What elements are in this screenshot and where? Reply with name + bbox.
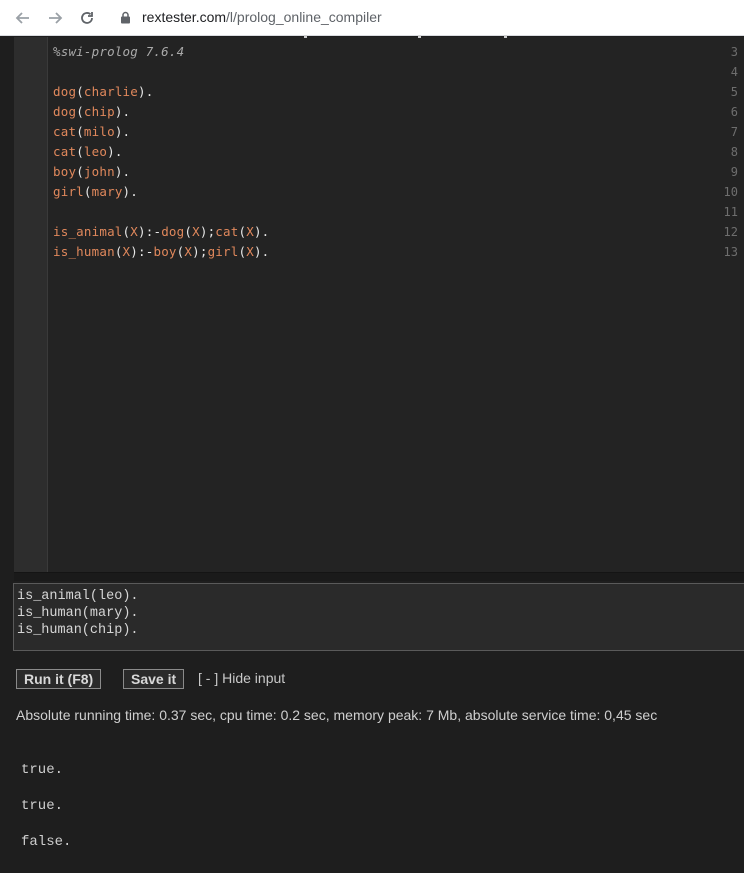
line-number: 11: [723, 205, 738, 219]
url-host: rextester.com: [142, 9, 227, 25]
input-line: is_human(mary).: [17, 606, 139, 621]
code-line: boy(john).: [53, 164, 131, 179]
code-line: is_animal(X):-dog(X);cat(X).: [53, 224, 270, 239]
code-editor[interactable]: 3 %swi-prolog 7.6.4 4 5 dog(charlie). 6 dog(ch…: [14, 35, 744, 572]
reload-icon[interactable]: [76, 7, 98, 29]
line-number: 12: [723, 225, 738, 239]
address-bar[interactable]: rextester.com/l/prolog_online_compiler: [142, 9, 382, 25]
line-number: 7: [730, 125, 738, 139]
code-line: dog(charlie).: [53, 84, 154, 99]
code-line: cat(leo).: [53, 144, 123, 159]
code-line: girl(mary).: [53, 184, 138, 199]
save-button[interactable]: Save it: [123, 669, 185, 689]
execution-stats: Absolute running time: 0.37 sec, cpu tim…: [16, 707, 658, 723]
line-number: 9: [730, 165, 738, 179]
output-line: false.: [21, 834, 72, 850]
forward-arrow-icon[interactable]: [44, 7, 66, 29]
code-line: is_human(X):-boy(X);girl(X).: [53, 244, 270, 259]
run-button[interactable]: Run it (F8): [16, 669, 102, 689]
line-number: 13: [723, 245, 738, 259]
code-line: cat(milo).: [53, 124, 131, 139]
url-path: /l/prolog_online_compiler: [226, 9, 382, 25]
stdin-input[interactable]: is_animal(leo). is_human(mary). is_human…: [13, 583, 744, 651]
line-number: 3: [730, 45, 738, 59]
hide-input-link[interactable]: [ - ] Hide input: [198, 670, 285, 686]
line-number: 6: [730, 105, 738, 119]
line-number: 5: [730, 85, 738, 99]
code-line: dog(chip).: [53, 104, 131, 119]
input-line: is_human(chip).: [17, 623, 139, 638]
clipped-line-fragment: [304, 35, 534, 38]
line-number: 4: [730, 65, 738, 79]
code-comment-line: %swi-prolog 7.6.4: [53, 44, 185, 59]
browser-toolbar: rextester.com/l/prolog_online_compiler: [0, 0, 744, 36]
editor-resize-handle[interactable]: [14, 572, 744, 581]
line-number: 8: [730, 145, 738, 159]
input-line: is_animal(leo).: [17, 589, 139, 604]
output-line: true.: [21, 798, 64, 814]
line-number: 10: [723, 185, 738, 199]
line-number-gutter: [14, 37, 48, 572]
lock-icon[interactable]: [120, 11, 131, 29]
back-arrow-icon[interactable]: [12, 7, 34, 29]
output-line: true.: [21, 762, 64, 778]
